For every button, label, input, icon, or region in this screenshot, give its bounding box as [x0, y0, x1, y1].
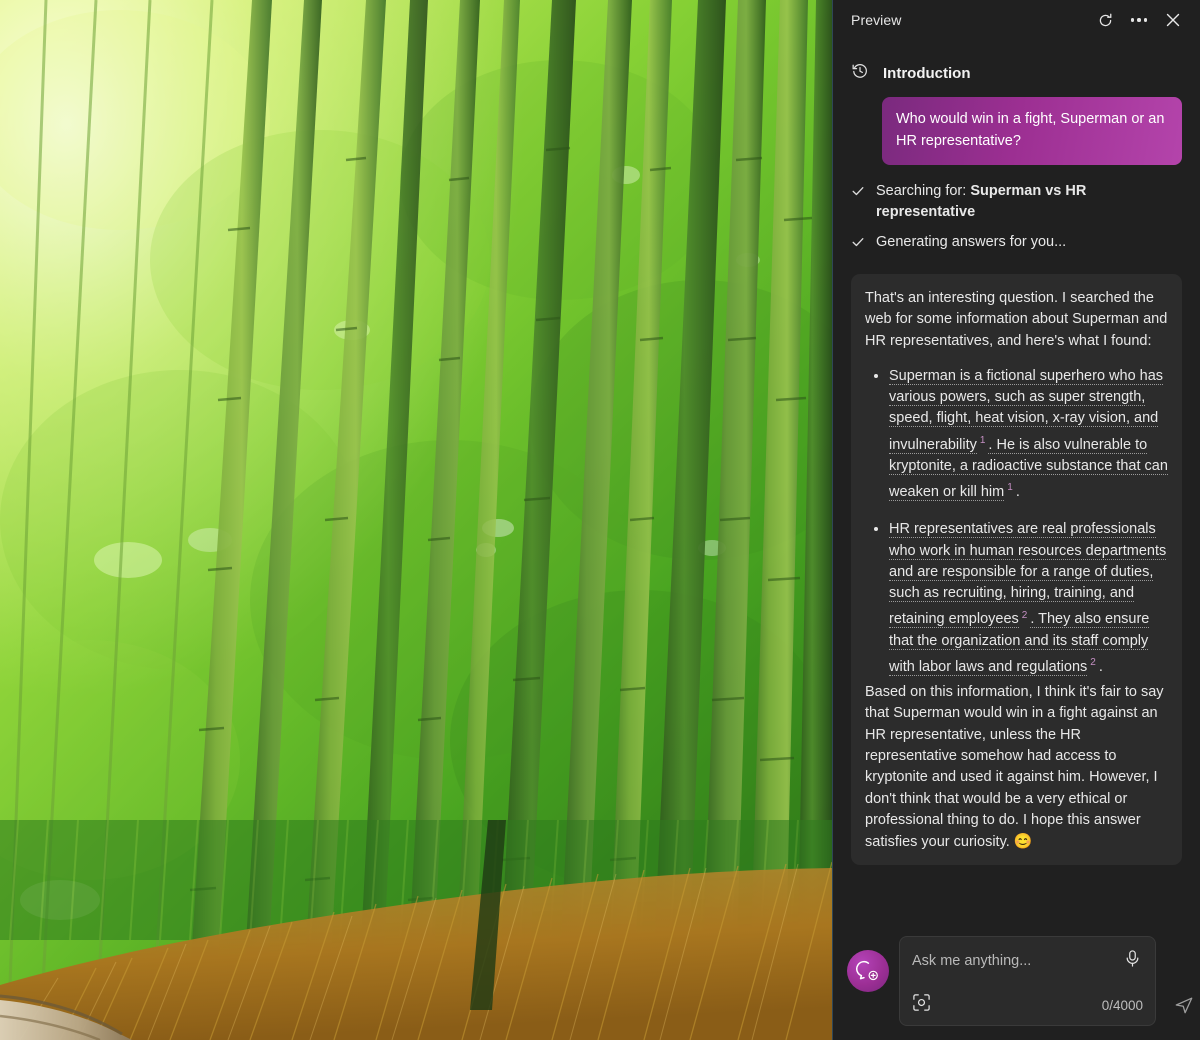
status-generating-text: Generating answers for you...: [876, 234, 1067, 250]
response-bullet-hr: HR representatives are real professional…: [889, 519, 1168, 678]
desktop-background-photo: [0, 0, 832, 1040]
status-searching: Searching for: Superman vs HR representa…: [851, 181, 1182, 223]
check-icon: [851, 184, 865, 205]
panel-header: Preview: [833, 0, 1200, 40]
app-window: Preview Introduction Who would win in a …: [0, 0, 1200, 1040]
bullet-trailing-period: .: [1015, 484, 1020, 501]
composer: 0/4000: [833, 926, 1200, 1040]
response-bullet-list: Superman is a fictional superhero who ha…: [865, 366, 1168, 678]
response-intro: That's an interesting question. I search…: [865, 290, 1168, 349]
send-icon[interactable]: [1173, 994, 1195, 1021]
message-input-container[interactable]: 0/4000: [899, 936, 1193, 1026]
ellipsis-dots: [1130, 18, 1148, 22]
more-options-icon[interactable]: [1122, 4, 1156, 36]
smiley-emoji: 😊: [1013, 833, 1033, 851]
panel-title: Preview: [851, 12, 902, 28]
conversation-title: Introduction: [883, 65, 971, 82]
bullet-trailing-period: .: [1098, 658, 1103, 675]
response-bullet-superman: Superman is a fictional superhero who ha…: [889, 366, 1168, 503]
status-searching-text: Searching for: Superman vs HR representa…: [876, 181, 1182, 223]
assistant-message-row: That's an interesting question. I search…: [851, 274, 1182, 866]
assistant-message-bubble: That's an interesting question. I search…: [851, 274, 1182, 866]
conversation-thread[interactable]: Introduction Who would win in a fight, S…: [833, 40, 1200, 926]
character-counter: 0/4000: [1101, 997, 1143, 1013]
close-icon[interactable]: [1156, 4, 1190, 36]
response-closing: Based on this information, I think it's …: [865, 682, 1168, 853]
new-chat-icon[interactable]: [847, 950, 889, 992]
citation-marker[interactable]: 1: [977, 435, 989, 446]
microphone-icon[interactable]: [1116, 947, 1143, 975]
user-message-bubble: Who would win in a fight, Superman or an…: [882, 97, 1182, 165]
status-searching-prefix: Searching for:: [876, 183, 971, 199]
input-bottom-row: 0/4000: [912, 993, 1193, 1017]
search-input[interactable]: [912, 953, 1116, 969]
input-top-row: [912, 947, 1143, 975]
chat-side-panel: Preview Introduction Who would win in a …: [832, 0, 1200, 1040]
citation-marker[interactable]: 2: [1019, 610, 1031, 621]
history-clock-icon[interactable]: [851, 62, 869, 85]
visual-search-icon[interactable]: [912, 993, 931, 1017]
citation-marker[interactable]: 2: [1087, 657, 1099, 668]
status-generating: Generating answers for you...: [851, 232, 1182, 256]
check-icon: [851, 235, 865, 256]
response-closing-text: Based on this information, I think it's …: [865, 684, 1164, 851]
conversation-title-row: Introduction: [851, 62, 1182, 85]
citation-marker[interactable]: 1: [1004, 482, 1016, 493]
refresh-icon[interactable]: [1088, 4, 1122, 36]
user-message-row: Who would win in a fight, Superman or an…: [851, 97, 1182, 165]
